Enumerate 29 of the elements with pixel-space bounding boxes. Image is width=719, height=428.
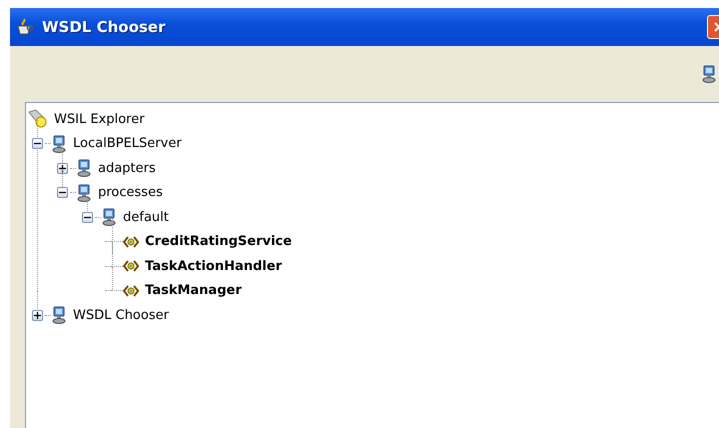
tree-item[interactable]: WSIL Explorer bbox=[48, 112, 144, 127]
server-toolbar-button[interactable] bbox=[701, 65, 717, 83]
plus-icon bbox=[59, 164, 66, 172]
service-icon bbox=[123, 284, 139, 297]
service-icon bbox=[123, 236, 139, 248]
computer-icon bbox=[51, 306, 67, 324]
tree-item[interactable]: adapters bbox=[92, 160, 156, 176]
expand-toggle[interactable] bbox=[32, 310, 43, 321]
collapse-toggle[interactable] bbox=[82, 212, 93, 223]
tree-item[interactable]: LocalBPELServer bbox=[67, 136, 182, 152]
tree-item[interactable]: TaskManager bbox=[139, 283, 242, 298]
collapse-toggle[interactable] bbox=[32, 138, 43, 150]
computer-icon bbox=[76, 184, 92, 202]
tree-item[interactable]: default bbox=[117, 210, 169, 225]
tree-item[interactable]: TaskActionHandler bbox=[139, 258, 282, 274]
tree-item[interactable]: CreditRatingService bbox=[139, 234, 292, 250]
computer-icon bbox=[51, 134, 67, 153]
expand-toggle[interactable] bbox=[57, 162, 68, 174]
computer-icon bbox=[701, 65, 717, 83]
window-title: WSDL Chooser bbox=[42, 18, 166, 36]
computer-icon bbox=[76, 159, 92, 178]
tree-item[interactable]: processes bbox=[92, 185, 163, 200]
collapse-toggle[interactable] bbox=[57, 187, 68, 198]
plus-icon bbox=[34, 312, 41, 319]
tree-item[interactable]: WSDL Chooser bbox=[67, 308, 169, 323]
app-icon bbox=[16, 18, 34, 36]
service-icon bbox=[123, 260, 139, 272]
computer-icon bbox=[101, 208, 117, 226]
flashlight-icon bbox=[28, 109, 48, 130]
